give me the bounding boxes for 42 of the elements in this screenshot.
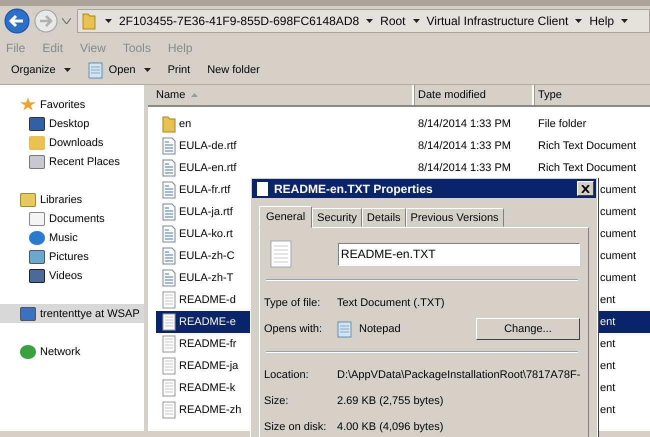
- date-modified: 8/14/2014 1:33 PM: [418, 140, 511, 152]
- file-type: Rich Text Document: [538, 140, 636, 152]
- file-type: ent: [600, 338, 616, 350]
- file-type: cument: [600, 272, 636, 284]
- field-label: Size:: [264, 395, 290, 407]
- field-label: Type of file:: [264, 297, 322, 309]
- file-name: README-d: [179, 294, 236, 306]
- file-type: cument: [600, 250, 636, 262]
- file-type: ent: [600, 404, 616, 416]
- file-name: README-zh: [179, 404, 242, 416]
- file-name: EULA-de.rtf: [179, 140, 236, 152]
- file-name: en: [179, 118, 192, 130]
- field-value: 4.00 KB (4,096 bytes): [337, 421, 444, 433]
- file-name: README-k: [179, 382, 236, 394]
- field-value: Text Document (.TXT): [337, 297, 445, 309]
- field-label: Size on disk:: [264, 421, 328, 433]
- file-type: File folder: [538, 118, 586, 130]
- file-type: ent: [600, 382, 616, 394]
- file-name: README-e: [179, 316, 236, 328]
- file-type: ent: [600, 316, 616, 328]
- file-name: EULA-ko.rt: [179, 228, 233, 240]
- file-name: README-ja: [179, 360, 238, 372]
- file-type: cument: [600, 228, 636, 240]
- file-type: Rich Text Document: [538, 162, 636, 174]
- file-name: README-fr: [179, 338, 236, 350]
- dialog-title: README-en.TXT Properties: [274, 182, 434, 196]
- file-name: EULA-zh-C: [179, 250, 235, 262]
- field-value: Notepad: [359, 323, 402, 335]
- date-modified: 8/14/2014 1:33 PM: [418, 118, 511, 130]
- file-name: EULA-fr.rtf: [179, 184, 230, 196]
- field-value: 2.69 KB (2,755 bytes): [337, 395, 444, 407]
- file-type: ent: [600, 360, 616, 372]
- field-label: Opens with:: [264, 323, 324, 335]
- file-name: EULA-zh-T: [179, 272, 234, 284]
- date-modified: 8/14/2014 1:33 PM: [418, 162, 511, 174]
- file-type: ent: [600, 294, 616, 306]
- field-label: Location:: [264, 369, 310, 381]
- file-name: EULA-en.rtf: [179, 162, 236, 174]
- file-type: cument: [600, 184, 636, 196]
- file-name: EULA-ja.rtf: [179, 206, 233, 218]
- file-type: cument: [600, 206, 636, 218]
- field-value: D:\AppVData\PackageInstallationRoot\7817A78F-: [337, 369, 580, 381]
